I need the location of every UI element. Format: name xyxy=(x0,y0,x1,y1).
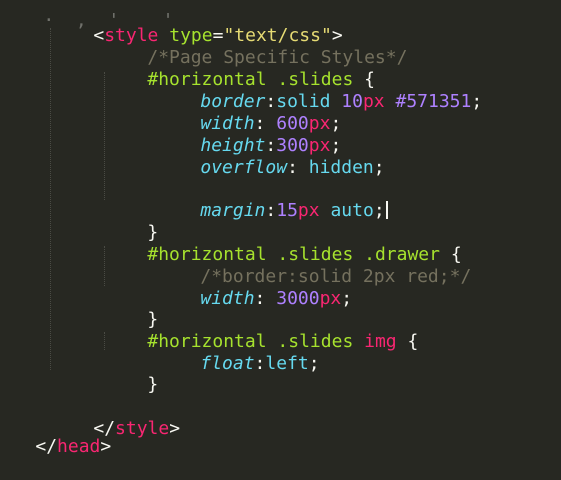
keyword: auto xyxy=(330,200,374,221)
tag-close-bracket: > xyxy=(169,418,181,439)
unit: px xyxy=(362,91,385,112)
keyword: hidden xyxy=(308,157,374,178)
tag-close-bracket: > xyxy=(100,436,112,457)
number: 10 xyxy=(341,91,363,112)
tag-name: style xyxy=(115,418,170,439)
tag-name: head xyxy=(57,436,101,457)
code-line-2: /*Page Specific Styles*/ xyxy=(104,25,407,68)
semicolon: ; xyxy=(373,200,385,221)
code-line-1: <style type="text/css"> xyxy=(50,3,342,46)
code-line-9: margin:15px auto; xyxy=(157,178,388,221)
code-line-5: width: 600px; xyxy=(157,91,341,134)
property: overflow xyxy=(200,157,288,178)
semicolon: ; xyxy=(341,288,353,309)
property: float xyxy=(200,353,255,374)
tag-open-bracket: < xyxy=(93,25,105,46)
brace: { xyxy=(407,331,419,352)
code-line-15: #horizontal .slides img { xyxy=(104,309,418,352)
property: width xyxy=(200,288,255,309)
tag-open-bracket: </ xyxy=(35,436,58,457)
number: 15 xyxy=(276,200,298,221)
colon: : xyxy=(254,353,266,374)
semicolon: ; xyxy=(308,353,320,374)
code-line-16: float:left; xyxy=(157,331,319,374)
code-line-17: } xyxy=(104,352,158,395)
brace: } xyxy=(147,374,159,395)
code-line-11: #horizontal .slides .drawer { xyxy=(104,222,461,265)
unit: px xyxy=(319,288,342,309)
code-line-3: #horizontal .slides { xyxy=(104,47,375,90)
code-line-12: /*border:solid 2px red;*/ xyxy=(157,244,471,287)
code-line-14: } xyxy=(104,287,158,330)
semicolon: ; xyxy=(373,157,385,178)
unit: px xyxy=(297,200,320,221)
code-line-10: } xyxy=(104,200,158,243)
text-cursor xyxy=(385,201,388,219)
code-editor[interactable]: · , ' ' <style type="text/css"> /*Page S… xyxy=(0,0,561,457)
colon: : xyxy=(287,157,298,178)
code-line-13: width: 3000px; xyxy=(157,266,352,309)
code-line-6: height:300px; xyxy=(157,113,341,156)
selector-tag: img xyxy=(364,331,397,352)
colon: : xyxy=(254,288,266,309)
code-line-7: overflow: hidden; xyxy=(157,135,384,178)
color-value: #571351 xyxy=(395,91,472,112)
semicolon: ; xyxy=(471,91,483,112)
indent-guide xyxy=(50,28,51,370)
keyword: left xyxy=(265,353,309,374)
colon: : xyxy=(265,200,277,221)
property: margin xyxy=(200,200,266,221)
code-line-4: border:solid 10px #571351; xyxy=(157,69,482,112)
number: 3000 xyxy=(276,288,320,309)
code-line-20: </head> xyxy=(0,414,111,457)
